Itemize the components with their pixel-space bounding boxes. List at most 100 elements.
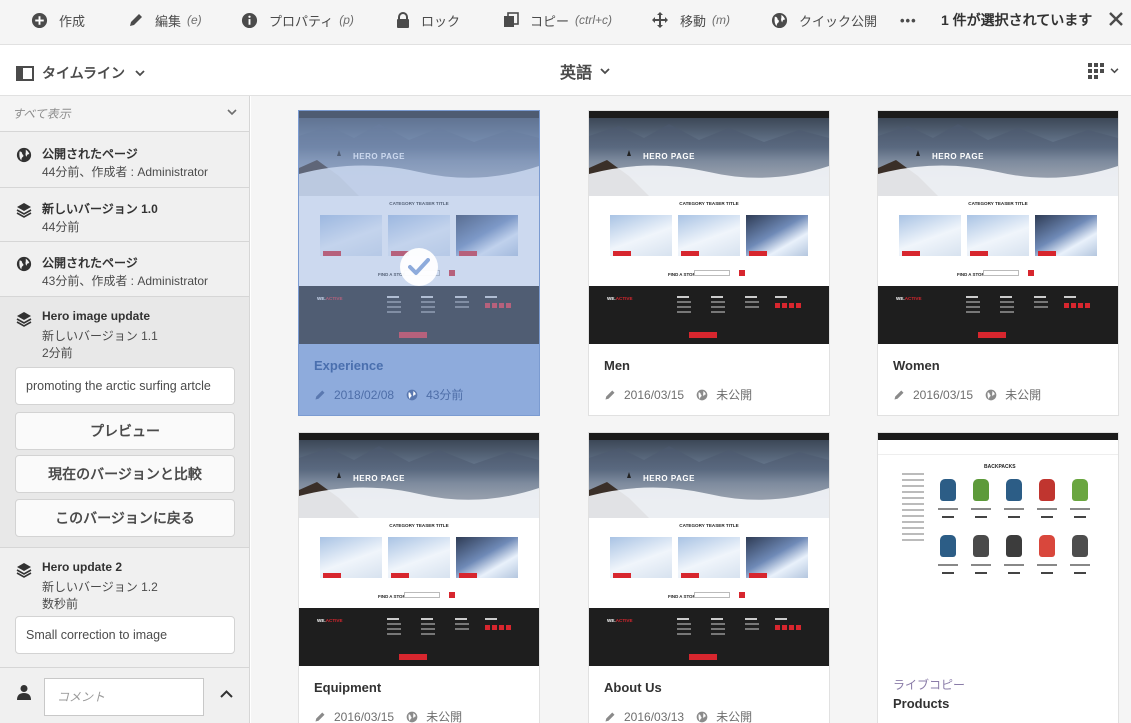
teaser-button bbox=[613, 251, 631, 256]
close-icon[interactable] bbox=[1107, 10, 1125, 28]
product-image bbox=[1039, 535, 1055, 557]
edit-button[interactable]: 編集 (e) bbox=[128, 0, 202, 40]
compare-button[interactable]: 現在のバージョンと比較 bbox=[15, 455, 235, 493]
page-card[interactable]: HERO PAGE CATEGORY TEASER TITLE FIND A STO… bbox=[588, 110, 830, 416]
publish-status: 未公開 bbox=[716, 388, 753, 402]
product-image bbox=[940, 535, 956, 557]
publish-status: 未公開 bbox=[1005, 388, 1042, 402]
comment-bar bbox=[0, 667, 249, 723]
product-price bbox=[975, 572, 987, 574]
product-label bbox=[1037, 564, 1057, 566]
teaser-button bbox=[323, 573, 341, 578]
page-thumbnail[interactable]: HERO PAGE CATEGORY TEASER TITLE FIND A STO… bbox=[589, 433, 829, 666]
hero-image: HERO PAGE bbox=[299, 440, 539, 518]
comment-input[interactable] bbox=[44, 678, 204, 716]
product-label bbox=[1037, 508, 1057, 510]
hero-title: HERO PAGE bbox=[643, 152, 695, 161]
teaser-button bbox=[613, 573, 631, 578]
lock-button[interactable]: ロック bbox=[396, 0, 460, 40]
revert-button[interactable]: このバージョンに戻る bbox=[15, 499, 235, 537]
teaser-image bbox=[899, 215, 961, 256]
timeline-entry-detail: 43分前、作成者 : Administrator bbox=[42, 274, 209, 288]
chevron-up-icon[interactable] bbox=[220, 690, 233, 698]
social-icon bbox=[485, 303, 490, 308]
copy-button[interactable]: コピー (ctrl+c) bbox=[503, 0, 612, 40]
page-card[interactable]: HERO PAGE CATEGORY TEASER TITLE FIND A STO… bbox=[877, 110, 1119, 416]
hero-image: HERO PAGE bbox=[299, 118, 539, 196]
footer-column bbox=[485, 618, 505, 620]
teaser-button bbox=[681, 251, 699, 256]
page-card[interactable]: HERO PAGE CATEGORY TEASER TITLE FIND A STO… bbox=[298, 110, 540, 416]
brand-logo: WE.ACTIVE bbox=[317, 618, 343, 623]
teaser-image bbox=[678, 537, 740, 578]
globe-icon bbox=[696, 389, 708, 401]
quick-publish-button[interactable]: クイック公開 bbox=[771, 0, 877, 40]
card-title: About Us bbox=[604, 680, 662, 695]
social-icon bbox=[789, 303, 794, 308]
timeline-entry[interactable]: Hero update 2 新しいバージョン 1.2 数秒前 Small cor… bbox=[0, 548, 249, 667]
social-icon bbox=[796, 303, 801, 308]
page-card[interactable]: HERO PAGE CATEGORY TEASER TITLE FIND A STO… bbox=[298, 432, 540, 723]
globe-icon bbox=[985, 389, 997, 401]
category-teaser-title: CATEGORY TEASER TITLE bbox=[679, 523, 739, 528]
page-thumbnail[interactable]: HERO PAGE CATEGORY TEASER TITLE FIND A STO… bbox=[589, 111, 829, 344]
social-icon bbox=[1071, 303, 1076, 308]
page-title[interactable]: 英語 bbox=[560, 59, 610, 83]
product-image bbox=[1006, 479, 1022, 501]
page-thumbnail[interactable]: BACKPACKS bbox=[878, 433, 1118, 666]
social-icon bbox=[1064, 303, 1069, 308]
copy-shortcut: (ctrl+c) bbox=[575, 13, 613, 27]
preview-button[interactable]: プレビュー bbox=[15, 412, 235, 450]
timeline-entry-title: Hero update 2 bbox=[42, 560, 123, 574]
move-button[interactable]: 移動 (m) bbox=[651, 0, 730, 40]
social-icon bbox=[782, 303, 787, 308]
find-store-button bbox=[449, 592, 455, 598]
teaser-image bbox=[1035, 215, 1097, 256]
rail-selector[interactable]: タイムライン bbox=[16, 63, 145, 83]
create-button[interactable]: 作成 bbox=[31, 0, 85, 40]
publish-status: 43分前 bbox=[426, 388, 464, 402]
page-thumbnail[interactable]: HERO PAGE CATEGORY TEASER TITLE FIND A STO… bbox=[878, 111, 1118, 344]
timeline-entry[interactable]: 公開されたページ 43分前、作成者 : Administrator bbox=[0, 242, 249, 297]
page-thumbnail[interactable]: HERO PAGE CATEGORY TEASER TITLE FIND A STO… bbox=[299, 111, 539, 344]
lock-label: ロック bbox=[421, 13, 461, 29]
view-switcher[interactable] bbox=[1088, 63, 1119, 79]
timeline-entry-time: 2分前 bbox=[42, 346, 73, 360]
properties-button[interactable]: プロパティ (p) bbox=[241, 0, 354, 40]
page-card[interactable]: HERO PAGE CATEGORY TEASER TITLE FIND A STO… bbox=[588, 432, 830, 723]
category-teaser: CATEGORY TEASER TITLE FIND A STORE bbox=[878, 196, 1118, 286]
product-image bbox=[973, 535, 989, 557]
teaser-image bbox=[610, 537, 672, 578]
category-teaser-title: CATEGORY TEASER TITLE bbox=[968, 201, 1028, 206]
teaser-button bbox=[902, 251, 920, 256]
timeline-entry-expanded[interactable]: Hero image update 新しいバージョン 1.1 2分前 promo… bbox=[0, 297, 249, 548]
category-teaser: CATEGORY TEASER TITLE FIND A STORE bbox=[299, 518, 539, 608]
teaser-button bbox=[970, 251, 988, 256]
products-title: BACKPACKS bbox=[984, 464, 1016, 470]
card-meta: 2018/02/08 43分前 bbox=[314, 386, 463, 403]
teaser-button bbox=[749, 251, 767, 256]
footer-column bbox=[745, 618, 765, 630]
product-image bbox=[1039, 479, 1055, 501]
timeline-filter[interactable]: すべて表示 bbox=[0, 96, 249, 132]
back-to-top-button bbox=[399, 332, 427, 338]
page-thumbnail[interactable]: HERO PAGE CATEGORY TEASER TITLE FIND A STO… bbox=[299, 433, 539, 666]
product-label bbox=[1070, 564, 1090, 566]
teaser-image bbox=[456, 215, 518, 256]
footer-column bbox=[387, 618, 407, 635]
social-icon bbox=[775, 625, 780, 630]
thumb-nav bbox=[589, 433, 829, 440]
category-teaser-title: CATEGORY TEASER TITLE bbox=[389, 201, 449, 206]
timeline-entry[interactable]: 新しいバージョン 1.0 44分前 bbox=[0, 188, 249, 242]
site-footer: WE.ACTIVE bbox=[299, 286, 539, 344]
more-button[interactable]: ••• bbox=[900, 0, 917, 40]
hero-image: HERO PAGE bbox=[589, 440, 829, 518]
brand-logo: WE.ACTIVE bbox=[607, 296, 633, 301]
footer-column bbox=[1064, 296, 1084, 298]
checkmark-icon[interactable] bbox=[400, 248, 438, 286]
timeline-entry[interactable]: 公開されたページ 44分前、作成者 : Administrator bbox=[0, 133, 249, 188]
chevron-down-icon bbox=[1110, 68, 1119, 74]
page-card[interactable]: BACKPACKS ライブコピー Products bbox=[877, 432, 1119, 723]
properties-shortcut: (p) bbox=[339, 13, 354, 27]
timeline-entry-version: 新しいバージョン 1.2 bbox=[42, 580, 158, 594]
